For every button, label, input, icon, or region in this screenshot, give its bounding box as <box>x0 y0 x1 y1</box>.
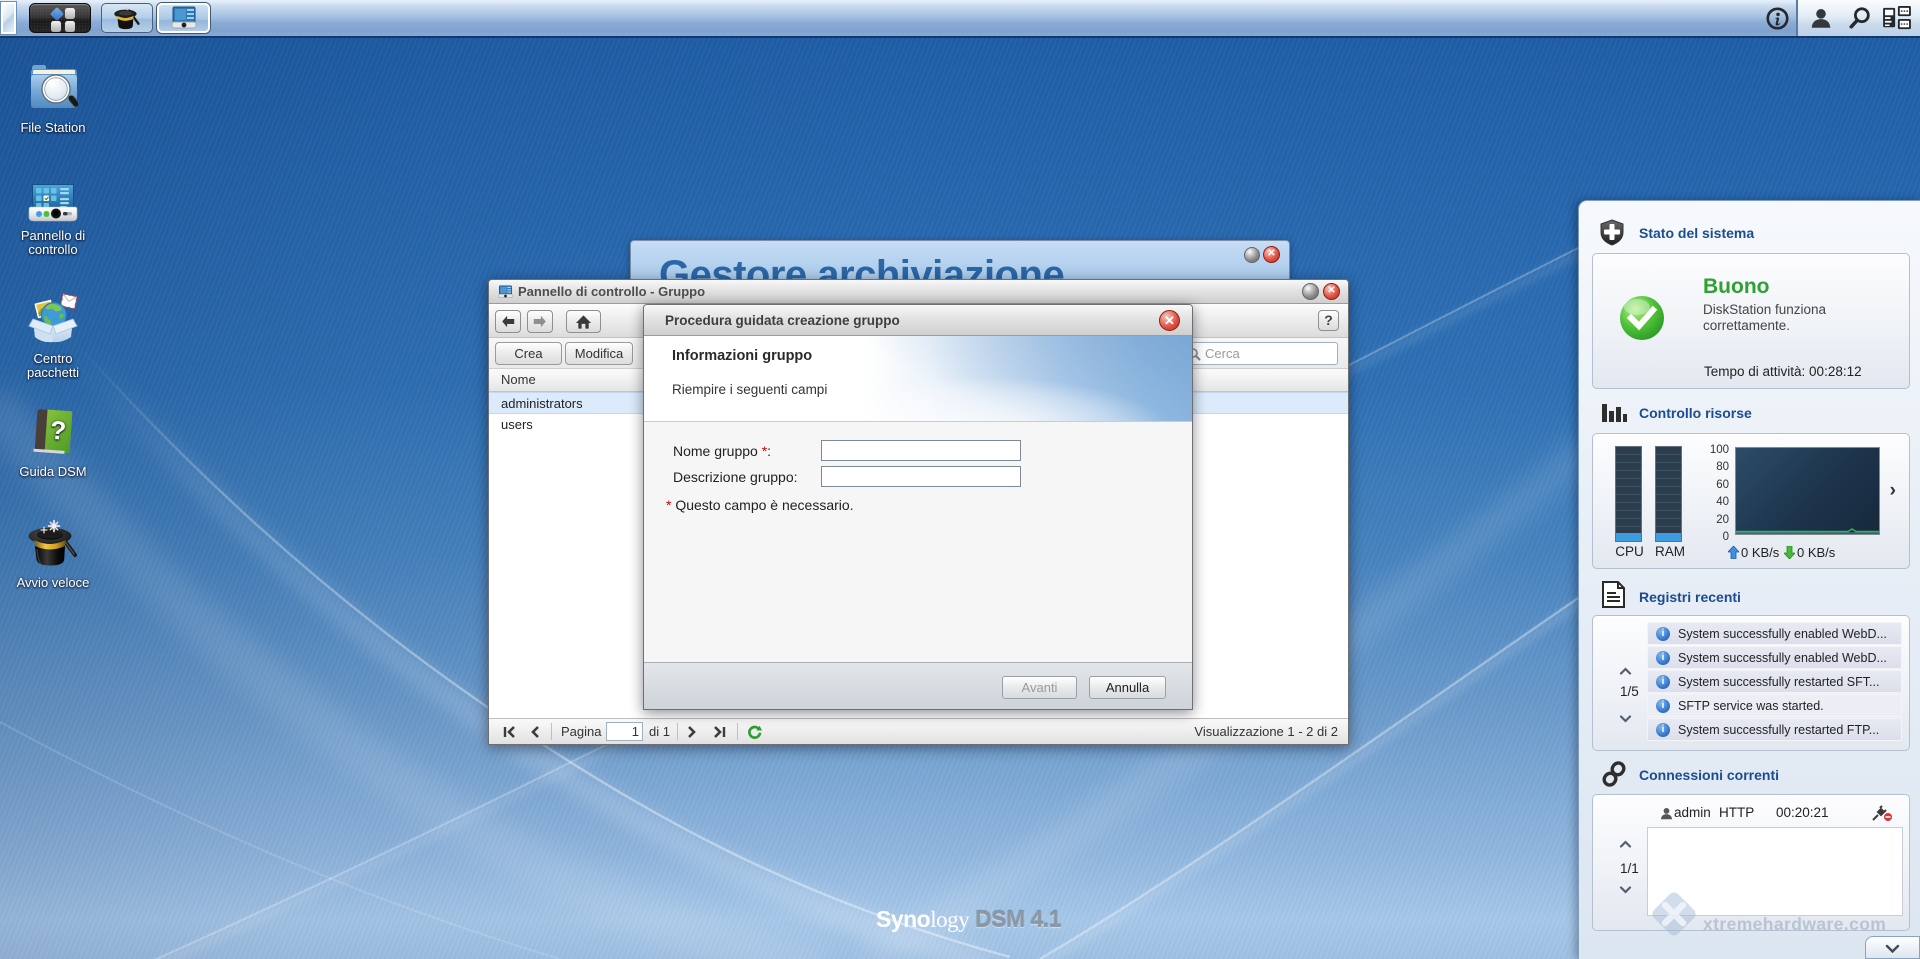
svg-text:?: ? <box>49 415 67 446</box>
